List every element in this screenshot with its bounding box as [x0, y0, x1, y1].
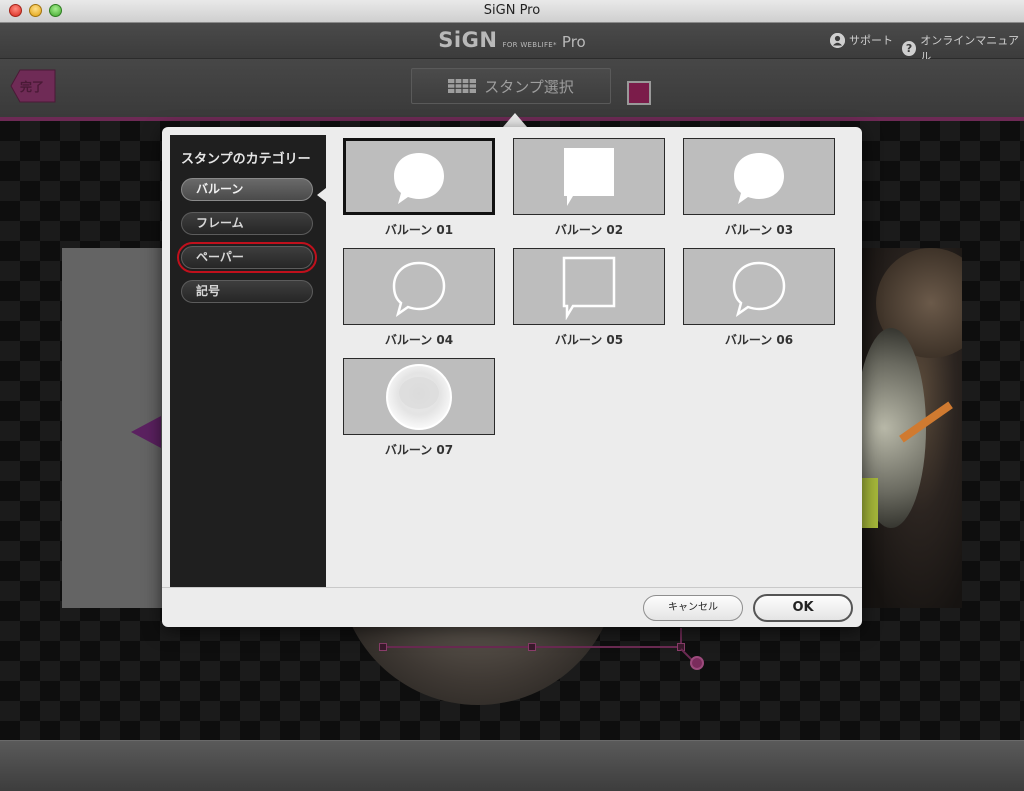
stamp-dialog: スタンプのカテゴリー バルーンフレームペーパー記号 バルーン 01 バルーン 02… — [162, 127, 862, 627]
selection-handle[interactable] — [528, 643, 536, 651]
stamp-thumbnail — [343, 248, 495, 325]
user-icon — [830, 32, 845, 48]
canvas-food-photo[interactable] — [856, 248, 962, 608]
stamp-label: バルーン 02 — [554, 223, 624, 237]
dialog-footer: キャンセル OK — [162, 587, 862, 628]
bottom-bar — [0, 740, 1024, 791]
category-item[interactable]: 記号 — [181, 280, 313, 303]
stamp-tile[interactable]: バルーン 02 — [513, 138, 665, 238]
category-item[interactable]: バルーン — [181, 178, 313, 201]
stamp-thumbnail — [343, 358, 495, 435]
canvas-triangle-shape[interactable] — [131, 416, 161, 448]
logo-subtitle: FOR WEBLIFE* — [502, 41, 557, 49]
stamp-label: バルーン 01 — [384, 223, 454, 237]
stamp-tile[interactable]: バルーン 03 — [683, 138, 835, 238]
rotation-handle[interactable] — [690, 656, 704, 670]
stamp-tile[interactable]: バルーン 05 — [513, 248, 665, 348]
stamp-select-label: スタンプ選択 — [484, 77, 574, 96]
category-panel: スタンプのカテゴリー バルーンフレームペーパー記号 — [170, 135, 326, 587]
selected-category-arrow — [317, 188, 326, 202]
stamp-label: バルーン 03 — [724, 223, 794, 237]
stamp-label: バルーン 04 — [384, 333, 454, 347]
grid-icon — [448, 79, 477, 93]
category-item[interactable]: ペーパー — [177, 242, 317, 273]
stamp-tile[interactable]: バルーン 07 — [343, 358, 495, 458]
done-label: 完了 — [20, 80, 45, 94]
stamp-tile[interactable]: バルーン 01 — [343, 138, 495, 238]
stamp-label: バルーン 06 — [724, 333, 794, 347]
app-header: SiGN FOR WEBLIFE* Pro サポート ? オンラインマニュアル — [0, 23, 1024, 63]
stamp-tile[interactable]: バルーン 06 — [683, 248, 835, 348]
stamp-tile[interactable]: バルーン 04 — [343, 248, 495, 348]
category-item[interactable]: フレーム — [181, 212, 313, 235]
stamp-thumbnail — [683, 138, 835, 215]
stamp-label: バルーン 07 — [384, 443, 454, 457]
dialog-pointer — [503, 113, 527, 127]
selection-handle[interactable] — [379, 643, 387, 651]
logo-pro: Pro — [561, 33, 586, 51]
stamp-thumbnail — [343, 138, 495, 215]
category-title: スタンプのカテゴリー — [181, 152, 311, 167]
stamp-thumbnail — [513, 138, 665, 215]
cancel-button[interactable]: キャンセル — [643, 595, 743, 621]
stamp-select-button[interactable]: スタンプ選択 — [411, 68, 611, 104]
ok-button[interactable]: OK — [753, 594, 853, 622]
support-label: サポート — [849, 34, 893, 47]
support-link[interactable]: サポート — [830, 32, 893, 48]
color-swatch[interactable] — [627, 81, 651, 105]
help-icon: ? — [902, 40, 917, 56]
window-titlebar: SiGN Pro — [0, 0, 1024, 23]
stamp-thumbnail — [513, 248, 665, 325]
logo-main: SiGN — [438, 28, 498, 52]
stamp-thumbnail — [683, 248, 835, 325]
window-title: SiGN Pro — [483, 3, 541, 18]
stamp-label: バルーン 05 — [554, 333, 624, 347]
